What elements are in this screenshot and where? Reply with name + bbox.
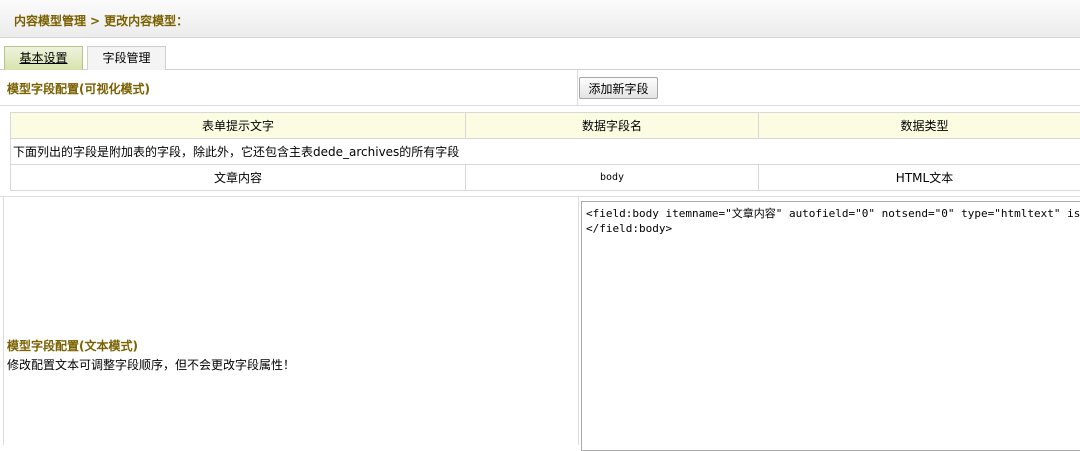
add-field-button[interactable]: 添加新字段 <box>579 77 658 99</box>
column-header-type: 数据类型 <box>759 113 1080 139</box>
text-config-hint: 修改配置文本可调整字段顺序，但不会更改字段属性！ <box>7 356 295 373</box>
column-header-label: 表单提示文字 <box>11 113 466 139</box>
breadcrumb-current: 更改内容模型： <box>104 14 188 28</box>
visual-config-title: 模型字段配置(可视化模式) <box>7 80 150 97</box>
top-bar: 内容模型管理 > 更改内容模型： <box>0 0 1080 38</box>
divider <box>0 105 1080 106</box>
cell-label: 文章内容 <box>11 165 466 191</box>
table-note: 下面列出的字段是附加表的字段，除此外，它还包含主表dede_archives的所… <box>11 139 1080 165</box>
cell-field-name: body <box>466 165 759 191</box>
tab-field-management[interactable]: 字段管理 <box>87 46 166 70</box>
breadcrumb: 内容模型管理 > 更改内容模型： <box>14 12 188 29</box>
tab-strip: 基本设置 字段管理 <box>0 38 1080 70</box>
breadcrumb-separator-icon: > <box>90 14 100 28</box>
divider <box>578 196 579 445</box>
column-header-field: 数据字段名 <box>466 113 759 139</box>
fields-table: 表单提示文字 数据字段名 数据类型 下面列出的字段是附加表的字段，除此外，它还包… <box>10 112 1080 191</box>
divider <box>0 196 1080 197</box>
divider <box>577 70 578 106</box>
text-config-title: 模型字段配置(文本模式) <box>7 337 138 354</box>
field-config-editor[interactable]: <field:body itemname="文章内容" autofield="0… <box>581 201 1080 451</box>
table-row[interactable]: 文章内容 body HTML文本 <box>11 165 1080 191</box>
breadcrumb-parent-link[interactable]: 内容模型管理 <box>14 14 86 28</box>
table-header-row: 表单提示文字 数据字段名 数据类型 <box>11 113 1080 139</box>
divider <box>3 196 4 445</box>
tab-basic-settings[interactable]: 基本设置 <box>4 46 83 70</box>
table-note-row: 下面列出的字段是附加表的字段，除此外，它还包含主表dede_archives的所… <box>11 139 1080 165</box>
cell-data-type: HTML文本 <box>759 165 1080 191</box>
